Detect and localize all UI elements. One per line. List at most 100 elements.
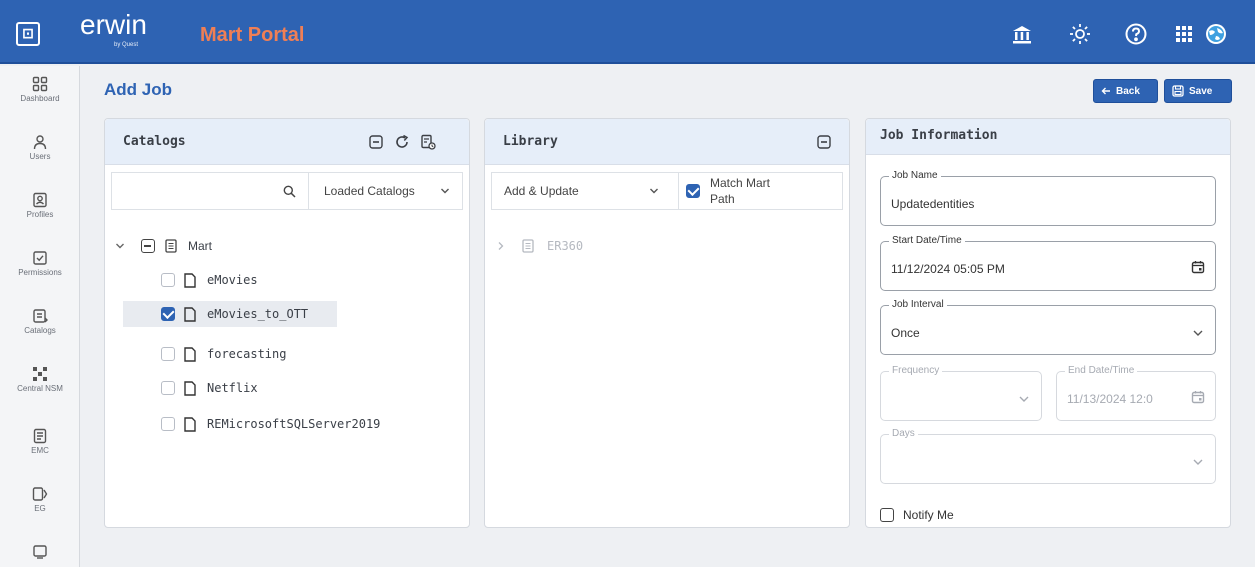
match-mart-path-checkbox[interactable] [686, 184, 700, 198]
library-options-bar: Add & Update Match Mart Path [491, 172, 843, 210]
tree-item-emovies[interactable]: eMovies [159, 267, 399, 293]
app-menu-icon[interactable]: ⊡ [16, 22, 40, 46]
tree-item-forecasting[interactable]: forecasting [159, 341, 399, 367]
nav-item-users[interactable]: Users [0, 134, 80, 161]
arrow-left-icon [1101, 87, 1110, 95]
nav-item-profiles[interactable]: Profiles [0, 192, 80, 219]
catalogs-header: Catalogs [105, 119, 469, 165]
top-bar: ⊡ erwin by Quest Mart Portal [0, 0, 1255, 64]
catalogs-panel: Catalogs Loaded Catalogs Mart eMovies eM… [104, 118, 470, 528]
tree-root-mart[interactable]: Mart [115, 233, 455, 259]
search-icon[interactable] [283, 185, 296, 198]
days-label: Days [889, 428, 918, 439]
chevron-down-icon[interactable] [115, 242, 125, 250]
end-datetime-value: 11/13/2024 12:0 [1067, 392, 1153, 406]
library-title: Library [503, 134, 558, 149]
nav-item-catalogs[interactable]: Catalogs [0, 308, 80, 335]
mart-checkbox[interactable] [141, 239, 155, 253]
nav-item-emc[interactable]: EMC [0, 428, 80, 455]
item-label: REMicrosoftSQLServer2019 [207, 417, 381, 431]
nav-item-central-nsm[interactable]: Central NSM [0, 366, 80, 393]
frequency-dropdown[interactable]: Frequency [880, 365, 1042, 421]
item-label: eMovies_to_OTT [207, 307, 309, 321]
catalog-search-bar: Loaded Catalogs [111, 172, 463, 210]
user-icon [33, 135, 47, 150]
library-item-label: ER360 [547, 239, 584, 253]
item-checkbox[interactable] [161, 381, 175, 395]
profile-icon [33, 192, 47, 208]
library-panel: Library Add & Update Match Mart Path ER3… [484, 118, 850, 528]
nav-item-permissions[interactable]: Permissions [0, 250, 80, 277]
globe-icon[interactable] [1204, 22, 1228, 46]
back-button[interactable]: Back [1093, 79, 1158, 103]
notify-me-checkbox[interactable] [880, 508, 894, 522]
nav-label: Catalogs [24, 326, 56, 335]
frequency-label: Frequency [889, 365, 943, 376]
days-dropdown[interactable]: Days [880, 428, 1216, 484]
notify-me-label: Notify Me [903, 508, 954, 522]
chevron-down-icon [1019, 396, 1029, 402]
nav-item-more[interactable] [0, 544, 80, 560]
nav-item-eg[interactable]: EG [0, 486, 80, 513]
permissions-icon [33, 251, 47, 265]
nav-label: Dashboard [20, 94, 60, 103]
item-checkbox[interactable] [161, 273, 175, 287]
page-title: Add Job [104, 80, 172, 99]
item-label: forecasting [207, 347, 287, 361]
chevron-down-icon [1193, 459, 1203, 465]
tree-item-emovies-to-ott[interactable]: eMovies_to_OTT [123, 301, 337, 327]
mart-icon [165, 239, 177, 253]
model-file-icon [184, 272, 196, 288]
library-header: Library [485, 119, 849, 165]
collapse-all-icon[interactable] [368, 134, 384, 150]
help-icon[interactable] [1124, 22, 1148, 46]
sun-icon[interactable] [1068, 22, 1092, 46]
save-button[interactable]: Save [1164, 79, 1232, 103]
load-catalog-icon[interactable] [420, 134, 436, 150]
chevron-right-icon[interactable] [497, 241, 505, 251]
model-file-icon [184, 346, 196, 362]
job-interval-dropdown[interactable]: Job Interval Once [880, 299, 1216, 355]
model-file-icon [184, 380, 196, 396]
library-tree-item-er360[interactable]: ER360 [497, 233, 697, 259]
item-checkbox[interactable] [161, 347, 175, 361]
catalog-search-input[interactable] [116, 177, 276, 205]
job-info-panel: Job Information Job Name Updatedentities… [865, 118, 1231, 528]
calendar-icon[interactable] [1191, 260, 1205, 274]
model-file-icon [184, 416, 196, 432]
tree-root-label: Mart [188, 239, 212, 253]
start-datetime-label: Start Date/Time [889, 235, 965, 246]
bank-icon[interactable] [1010, 22, 1034, 46]
item-checkbox[interactable] [161, 417, 175, 431]
library-icon [522, 239, 534, 253]
nav-item-dashboard[interactable]: Dashboard [0, 76, 80, 103]
item-checkbox[interactable] [161, 307, 175, 321]
model-file-icon [184, 306, 196, 322]
add-update-dropdown[interactable]: Add & Update [492, 173, 678, 209]
job-info-header: Job Information [866, 119, 1230, 155]
back-label: Back [1116, 85, 1140, 97]
chevron-down-icon [650, 188, 658, 194]
calendar-icon[interactable] [1191, 390, 1205, 404]
loaded-catalogs-dropdown[interactable]: Loaded Catalogs [318, 173, 464, 209]
more-module-icon [33, 545, 47, 559]
start-datetime-field[interactable]: Start Date/Time 11/12/2024 05:05 PM [880, 235, 1216, 291]
tree-item-netflix[interactable]: Netflix [159, 375, 399, 401]
nav-label: Profiles [26, 210, 54, 219]
refresh-icon[interactable] [394, 134, 410, 150]
end-datetime-field[interactable]: End Date/Time 11/13/2024 12:0 [1056, 365, 1216, 421]
notify-me-option[interactable]: Notify Me [880, 508, 954, 522]
nav-label: Central NSM [17, 384, 63, 393]
collapse-all-icon[interactable] [816, 134, 832, 150]
save-label: Save [1189, 85, 1213, 97]
logo-subtext: by Quest [114, 42, 139, 48]
grid-apps-icon[interactable] [1172, 22, 1196, 46]
job-info-title: Job Information [880, 128, 998, 143]
add-update-value: Add & Update [504, 184, 579, 198]
tree-item-remicrosoftsqlserver2019[interactable]: REMicrosoftSQLServer2019 [159, 411, 449, 437]
catalogs-title: Catalogs [123, 134, 186, 149]
item-label: eMovies [207, 273, 258, 287]
job-name-field[interactable]: Job Name Updatedentities [880, 170, 1216, 226]
chevron-down-icon [1193, 330, 1203, 336]
match-mart-path-label: Match Mart Path [710, 176, 771, 206]
